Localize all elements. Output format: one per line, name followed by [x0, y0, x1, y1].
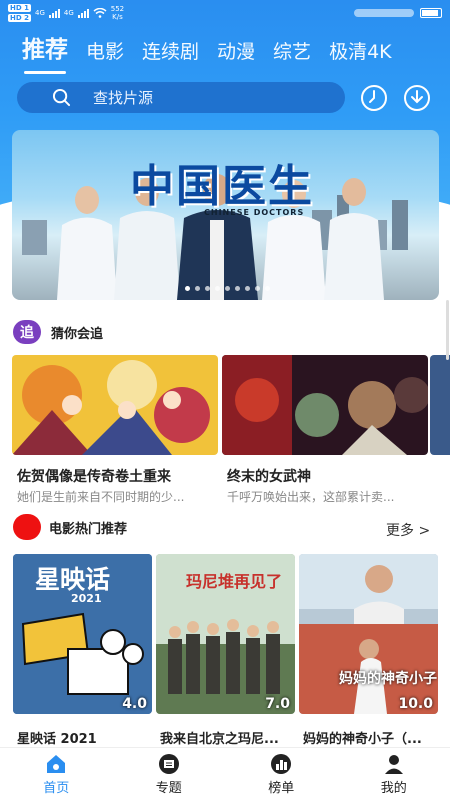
search-placeholder: 查找片源	[93, 89, 154, 107]
poster-1-text: 星映话	[35, 565, 111, 594]
sim1-label: HD 1	[8, 4, 31, 12]
pagination-dot	[265, 286, 270, 291]
nav-profile[interactable]: 我的	[338, 748, 450, 800]
more-link[interactable]: 更多 >	[386, 520, 430, 540]
nav-home-label: 首页	[43, 780, 70, 796]
hero-banner[interactable]: 中国医生 CHINESE DOCTORS	[12, 130, 439, 300]
signal2-icon	[77, 8, 89, 18]
follow-section-title: 猜你会追	[51, 326, 104, 342]
status-blurred-area	[354, 9, 414, 17]
follow-card-2-title[interactable]: 终末的女武神	[227, 466, 311, 486]
hot-section-header: 电影热门推荐	[13, 514, 127, 540]
battery-icon	[420, 8, 442, 18]
hot-icon	[13, 514, 41, 540]
ranking-icon	[271, 753, 292, 774]
category-tabs: 推荐 电影 连续剧 动漫 综艺 极清4K	[22, 34, 450, 74]
tab-anime[interactable]: 动漫	[217, 37, 255, 74]
hot-poster-2[interactable]: 玛尼堆再见了 7.0	[156, 554, 295, 714]
pagination-dot	[255, 286, 260, 291]
follow-card-3-peek[interactable]	[430, 355, 450, 455]
net2-label: 4G	[63, 9, 74, 17]
nav-topic[interactable]: 专题	[113, 748, 226, 800]
anime-artwork-1	[12, 355, 218, 455]
pagination-dot	[195, 286, 200, 291]
app-root: HD 1 HD 2 4G 4G 552 K/s 推荐 电影 连续剧 动漫 综艺 …	[0, 0, 450, 800]
home-icon	[47, 754, 66, 773]
profile-icon	[384, 754, 403, 774]
banner-pagination	[185, 286, 270, 291]
poster-1-score: 4.0	[122, 696, 147, 712]
tab-variety[interactable]: 综艺	[273, 37, 311, 74]
pagination-dot	[235, 286, 240, 291]
search-input[interactable]: 查找片源	[17, 82, 345, 113]
banner-subtitle: CHINESE DOCTORS	[204, 208, 305, 217]
signal1-icon	[48, 8, 60, 18]
pagination-dot	[205, 286, 210, 291]
hot-item-2-title[interactable]: 我来自北京之玛尼...	[160, 728, 279, 747]
hot-section-title: 电影热门推荐	[49, 521, 128, 537]
pagination-dot	[245, 286, 250, 291]
hot-item-1-title[interactable]: 星映话 2021	[17, 728, 97, 747]
follow-card-2-desc: 千呼万唤始出来，这部累计卖...	[227, 490, 395, 504]
hot-poster-1[interactable]: 星映话 2021 4.0	[13, 554, 152, 714]
banner-title: 中国医生	[130, 161, 314, 212]
follow-badge: 追	[13, 320, 41, 344]
network-speed: 552 K/s	[110, 5, 125, 21]
nav-profile-label: 我的	[380, 780, 407, 796]
nav-topic-label: 专题	[155, 780, 182, 796]
net1-label: 4G	[34, 9, 45, 17]
poster-2-score: 7.0	[265, 696, 290, 712]
hot-item-3-title[interactable]: 妈妈的神奇小子（...	[303, 728, 422, 747]
poster-2-text: 玛尼堆再见了	[186, 572, 283, 591]
search-icon	[52, 88, 71, 107]
scrollbar[interactable]	[446, 300, 449, 360]
tab-series[interactable]: 连续剧	[142, 37, 199, 74]
follow-card-1-title[interactable]: 佐贺偶像是传奇卷土重来	[17, 466, 171, 486]
topic-icon	[158, 753, 179, 774]
nav-home[interactable]: 首页	[0, 748, 113, 800]
tab-movie[interactable]: 电影	[86, 37, 124, 74]
follow-card-2-thumbnail[interactable]	[222, 355, 428, 455]
anime-artwork-2	[222, 355, 428, 455]
tab-4k[interactable]: 极清4K	[329, 37, 392, 74]
sim2-label: HD 2	[8, 14, 31, 22]
follow-card-1-desc: 她们是生前来自不同时期的少...	[17, 490, 185, 504]
pagination-dot	[215, 286, 220, 291]
poster-artwork-3	[299, 554, 438, 714]
hot-poster-3[interactable]: 妈妈的神奇小子 10.0	[299, 554, 438, 714]
poster-3-text: 妈妈的神奇小子	[339, 671, 437, 687]
status-bar: HD 1 HD 2 4G 4G 552 K/s	[0, 0, 450, 26]
history-clock-icon[interactable]	[360, 84, 388, 112]
poster-3-score: 10.0	[398, 696, 433, 712]
nav-ranking-label: 榜单	[268, 780, 295, 796]
pagination-dot	[225, 286, 230, 291]
bottom-navigation: 首页 专题 榜单 我的	[0, 747, 450, 800]
download-icon[interactable]	[403, 84, 431, 112]
wifi-icon	[93, 8, 107, 18]
pagination-dot	[185, 286, 190, 291]
tab-recommend[interactable]: 推荐	[22, 34, 68, 74]
follow-section-header: 追 猜你会追	[13, 320, 103, 344]
follow-card-1-thumbnail[interactable]	[12, 355, 218, 455]
nav-ranking[interactable]: 榜单	[225, 748, 338, 800]
poster-1-year: 2021	[71, 592, 102, 605]
